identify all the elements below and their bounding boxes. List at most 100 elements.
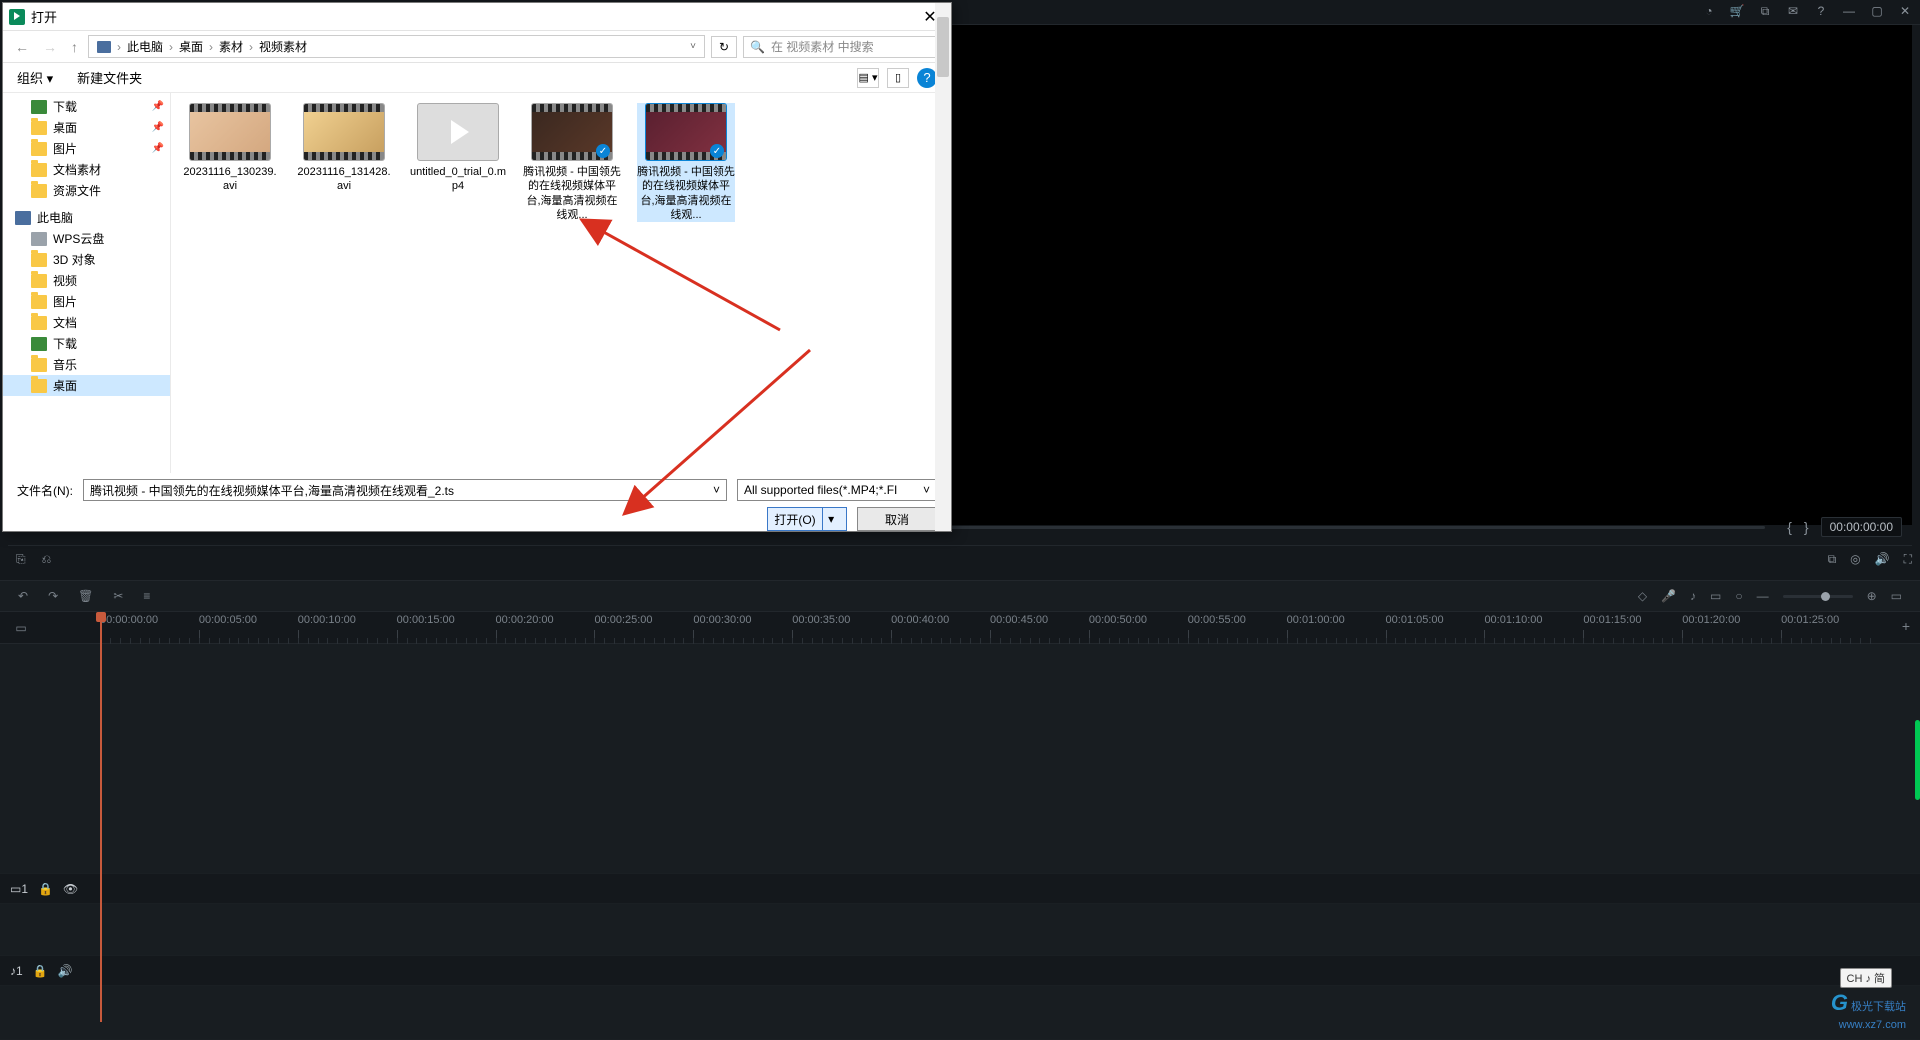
ime-indicator[interactable]: CH ♪ 简: [1840, 968, 1893, 988]
cut-icon[interactable]: ✂: [113, 589, 123, 603]
camera-icon[interactable]: ◎: [1850, 552, 1860, 566]
file-name: 腾讯视频 - 中国领先的在线视频媒体平台,海量高清视频在线观...: [637, 165, 735, 222]
pin-icon[interactable]: 📌: [152, 143, 164, 154]
cart-icon[interactable]: 🛒: [1728, 2, 1746, 20]
help-icon[interactable]: ?: [1812, 2, 1830, 20]
sidebar-item[interactable]: 音乐: [3, 354, 170, 375]
help-icon[interactable]: ?: [917, 68, 937, 88]
eye-icon[interactable]: 👁: [63, 882, 78, 896]
folder-icon: [31, 295, 47, 309]
audio-track-1[interactable]: [0, 986, 1920, 1040]
zoom-minus-icon[interactable]: —: [1757, 589, 1769, 603]
crumb-caret-icon[interactable]: ˅: [690, 41, 696, 52]
zoom-slider[interactable]: [1783, 595, 1853, 598]
preview-pane-button[interactable]: ▯: [887, 68, 909, 88]
mark-out-icon[interactable]: }: [1804, 519, 1809, 535]
nav-back-icon[interactable]: ←: [11, 39, 33, 55]
preview-timecode[interactable]: 00:00:00:00: [1821, 517, 1902, 537]
search-input[interactable]: 🔍 在 视频素材 中搜索: [743, 36, 943, 58]
file-item[interactable]: 20231116_131428.avi: [295, 103, 393, 194]
sidebar-item[interactable]: 图片📌: [3, 138, 170, 159]
speaker-icon[interactable]: 🔊: [58, 964, 73, 978]
volume-icon[interactable]: 🔊: [1875, 552, 1890, 566]
import-icon[interactable]: ⎘: [16, 552, 26, 567]
frame-icon[interactable]: ▭: [1710, 589, 1721, 603]
mail-icon[interactable]: ✉: [1784, 2, 1802, 20]
ruler-head-icon[interactable]: ▭: [8, 615, 34, 641]
ruler-mark: 00:00:50:00: [1089, 614, 1147, 626]
video-track-1[interactable]: [0, 904, 1920, 956]
folder-icon: [31, 184, 47, 198]
dialog-title: 打开: [31, 7, 57, 26]
pin-icon[interactable]: 📌: [152, 122, 164, 133]
sidebar-item[interactable]: 桌面: [3, 375, 170, 396]
sidebar-item[interactable]: WPS云盘: [3, 228, 170, 249]
folder-icon: [31, 121, 47, 135]
undo-icon[interactable]: ↶: [18, 589, 28, 603]
file-item[interactable]: 20231116_130239.avi: [181, 103, 279, 194]
file-name: 腾讯视频 - 中国领先的在线视频媒体平台,海量高清视频在线观...: [523, 165, 621, 222]
cancel-button[interactable]: 取消: [857, 507, 937, 531]
track-header-2: ♪1 🔒 🔊: [0, 956, 1920, 986]
file-item[interactable]: ✓腾讯视频 - 中国领先的在线视频媒体平台,海量高清视频在线观...: [523, 103, 621, 222]
view-mode-button[interactable]: ▤ ▾: [857, 68, 879, 88]
sidebar-item[interactable]: 文档: [3, 312, 170, 333]
refresh-icon[interactable]: ↻: [711, 36, 737, 58]
audio-track-icon: ♪1: [10, 964, 23, 978]
lock-icon[interactable]: 🔒: [33, 964, 48, 978]
playhead[interactable]: [100, 612, 102, 1022]
nav-up-icon[interactable]: ↑: [67, 39, 82, 55]
lock-icon[interactable]: 🔒: [38, 882, 53, 896]
close-icon[interactable]: ✕: [1896, 2, 1914, 20]
folder-icon: [31, 253, 47, 267]
zoom-plus-icon[interactable]: ⊕: [1867, 589, 1877, 603]
settings-icon[interactable]: ≡: [143, 589, 150, 603]
nav-fwd-icon[interactable]: →: [39, 39, 61, 55]
bell-icon[interactable]: ⧉: [1756, 2, 1774, 20]
video-track-area[interactable]: [0, 644, 1920, 874]
minimize-icon[interactable]: —: [1840, 2, 1858, 20]
sidebar-item[interactable]: 桌面📌: [3, 117, 170, 138]
delete-icon[interactable]: 🗑: [78, 589, 93, 603]
sync-badge-icon: ✓: [710, 144, 724, 158]
ruler-mark: 00:01:05:00: [1386, 614, 1444, 626]
maximize-icon[interactable]: ▢: [1868, 2, 1886, 20]
sidebar-item[interactable]: 下载📌: [3, 96, 170, 117]
open-dropdown-icon[interactable]: ▾: [822, 508, 840, 530]
preview-scrubber[interactable]: [908, 526, 1765, 529]
scroll-indicator[interactable]: [1915, 720, 1920, 800]
pin-icon[interactable]: 📌: [152, 101, 164, 112]
sidebar-item[interactable]: 下载: [3, 333, 170, 354]
search-icon: 🔍: [750, 40, 765, 54]
file-list[interactable]: 20231116_130239.avi20231116_131428.aviun…: [171, 93, 951, 473]
ruler-mark: 00:01:20:00: [1682, 614, 1740, 626]
sidebar-item[interactable]: 资源文件: [3, 180, 170, 201]
sidebar-pc-root[interactable]: 此电脑: [3, 207, 170, 228]
mic-icon[interactable]: 🎤: [1661, 589, 1676, 603]
file-item[interactable]: untitled_0_trial_0.mp4: [409, 103, 507, 194]
file-item[interactable]: ✓ 腾讯视频 - 中国领先的在线视频媒体平台,海量高清视频在线观...: [637, 103, 735, 222]
window-controls: ◔ 🛒 ⧉ ✉ ? — ▢ ✕: [1700, 2, 1914, 20]
track-header-1: ▭1🔒👁: [0, 874, 1920, 904]
fit-icon[interactable]: ▭: [1891, 589, 1902, 603]
marker-icon[interactable]: ◇: [1638, 589, 1647, 603]
screenshot-icon[interactable]: ⧉: [1828, 552, 1837, 567]
redo-icon[interactable]: ↷: [48, 589, 58, 603]
fullscreen-icon[interactable]: ⛶: [1904, 552, 1912, 567]
sidebar-item[interactable]: 3D 对象: [3, 249, 170, 270]
new-folder-button[interactable]: 新建文件夹: [77, 68, 142, 87]
breadcrumb[interactable]: ›此电脑 ›桌面 ›素材 ›视频素材 ˅: [88, 35, 705, 58]
user-icon[interactable]: ◔: [1700, 2, 1718, 20]
sidebar-item[interactable]: 图片: [3, 291, 170, 312]
sidebar-item[interactable]: 文档素材: [3, 159, 170, 180]
folder-out-icon[interactable]: ⎌: [42, 552, 52, 567]
circle-icon[interactable]: ○: [1735, 589, 1742, 603]
add-track-icon[interactable]: +: [1902, 618, 1910, 634]
music-icon[interactable]: ♪: [1690, 589, 1696, 603]
sidebar-item[interactable]: 视频: [3, 270, 170, 291]
organize-menu[interactable]: 组织 ▾: [17, 68, 53, 87]
sidebar: 下载📌桌面📌图片📌文档素材资源文件 此电脑 WPS云盘3D 对象视频图片文档下载…: [3, 93, 171, 473]
mark-in-icon[interactable]: {: [1787, 519, 1792, 535]
ruler-mark: 00:00:30:00: [693, 614, 751, 626]
folder-icon: [31, 337, 47, 351]
